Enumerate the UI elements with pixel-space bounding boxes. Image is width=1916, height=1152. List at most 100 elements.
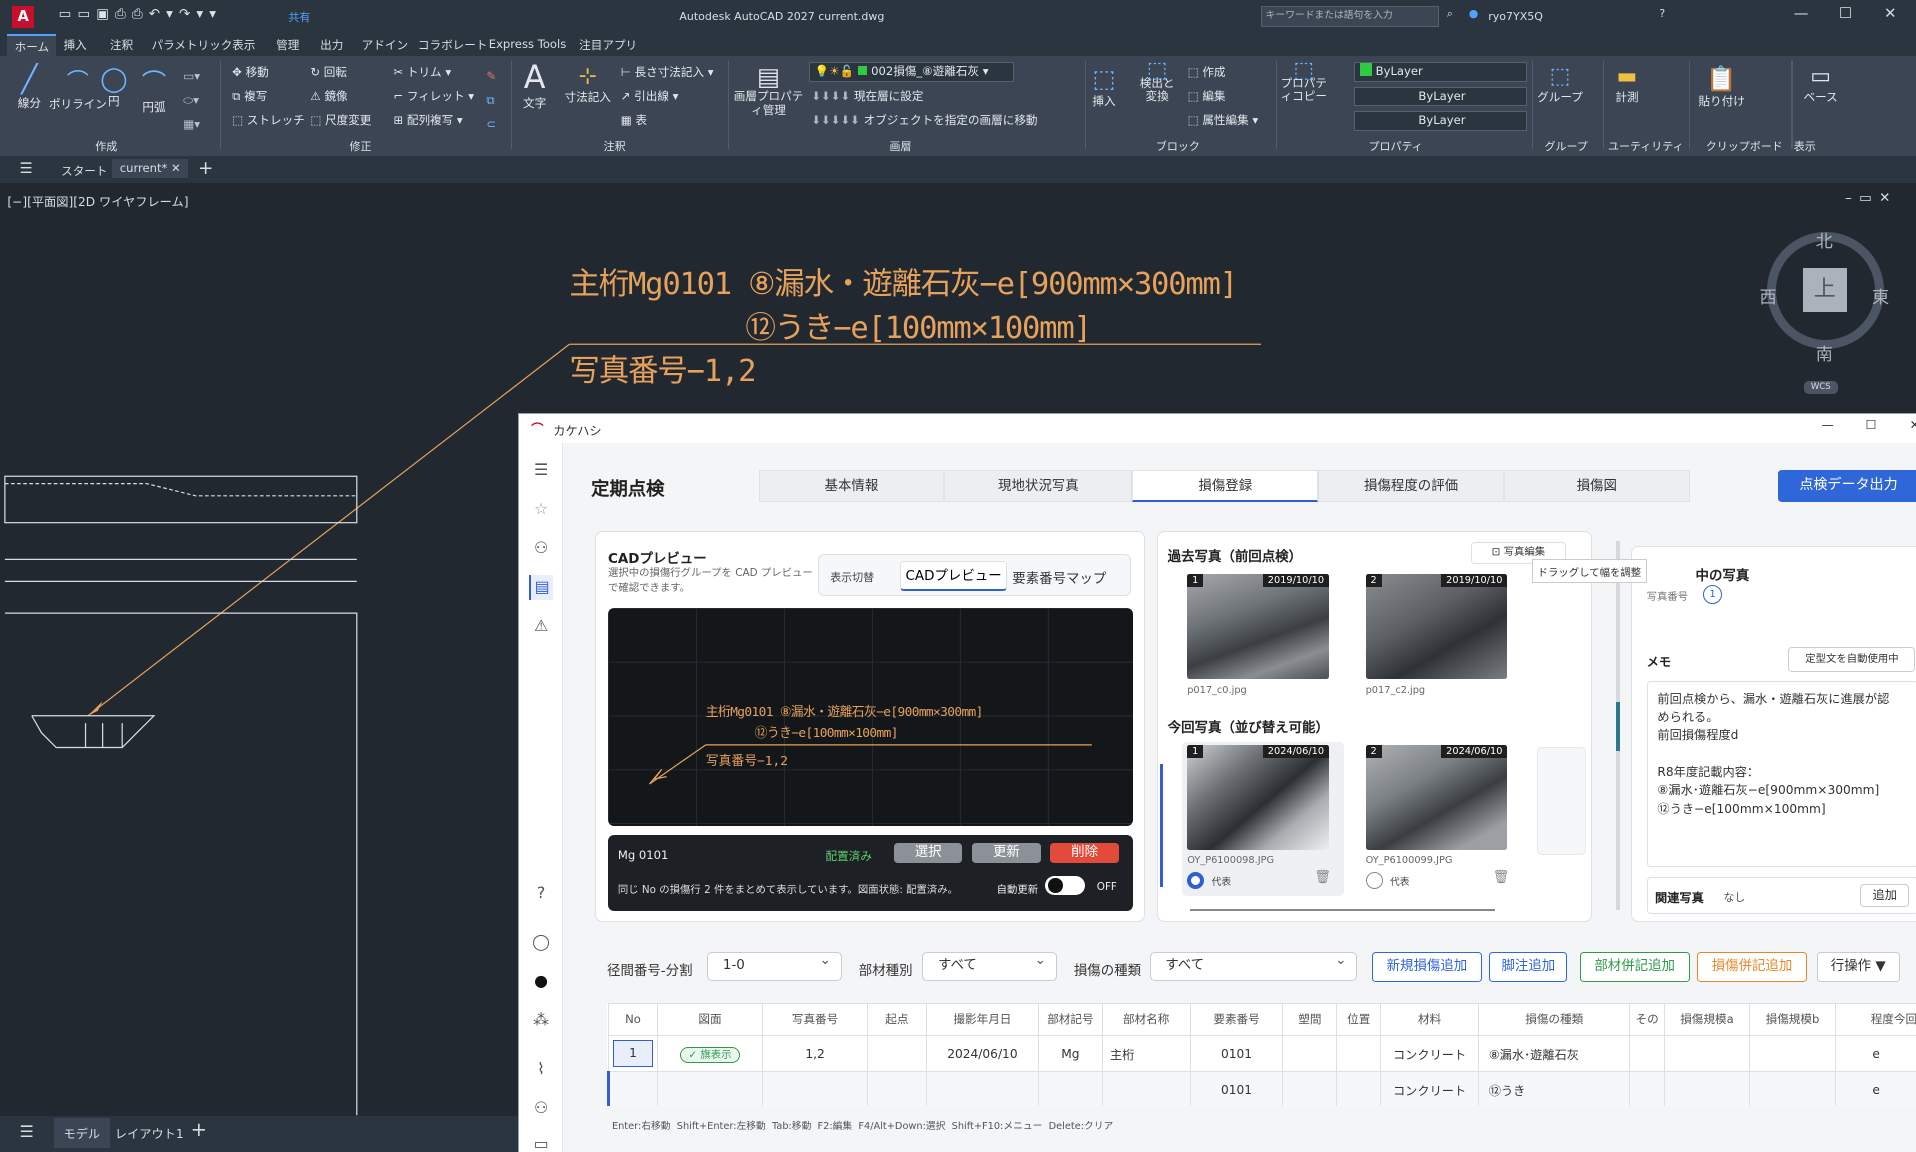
current-photo-1[interactable]: 1 2024/06/10 (1187, 744, 1329, 850)
auto-update-toggle[interactable] (1045, 875, 1085, 896)
block-panel-label[interactable]: ブロック (1156, 138, 1200, 154)
draw-extra-icons[interactable]: ▭▾ ⬭▾ ▦▾ (183, 64, 200, 137)
paste-button[interactable]: 📋 貼り付け (1698, 64, 1744, 109)
measure-button[interactable]: ▬ 計測 (1615, 64, 1638, 105)
cell-degree[interactable]: e (1834, 1034, 1916, 1073)
stretch-tool[interactable]: ⬚ ストレッチ (232, 112, 305, 128)
span-number-select[interactable]: 1-0 (707, 948, 842, 981)
minimize-button[interactable]: — (1794, 5, 1809, 22)
wcs-menu[interactable]: WCS (1803, 381, 1839, 394)
close-button[interactable]: ✕ (1884, 5, 1896, 22)
mode-cad-preview[interactable]: CADプレビュー (899, 561, 1008, 591)
groups-panel-label[interactable]: グループ (1544, 138, 1587, 154)
new-damage-button[interactable]: 新規損傷追加 (1371, 951, 1482, 983)
github-icon[interactable]: ● (529, 969, 553, 993)
cell-degree[interactable]: e (1834, 1071, 1916, 1106)
memo-textarea[interactable]: 前回点検から、漏水・遊離石灰に進展が認 められる。 前回損傷程度d R8年度記載内容：… (1646, 681, 1916, 868)
col-drawing[interactable]: 図面 (656, 1002, 763, 1036)
cell-damage-type[interactable]: ⑫うき (1477, 1071, 1631, 1106)
trim-tool[interactable]: ✂ トリム ▾ (393, 64, 451, 80)
tab-layout1[interactable]: レイアウト1 (115, 1124, 184, 1142)
help-icon[interactable]: ? (1659, 7, 1665, 20)
tab-model[interactable]: モデル (53, 1118, 110, 1149)
menu-icon[interactable]: ☰ (529, 458, 553, 482)
cell-scale-a[interactable] (1663, 1071, 1751, 1106)
col-material[interactable]: 材料 (1380, 1002, 1479, 1036)
match-properties-button[interactable]: ⬚ プロパティコピー (1281, 59, 1327, 104)
annotation-panel-label[interactable]: 注釈 (604, 138, 626, 154)
tab-site-photos[interactable]: 現地状況写真 (944, 470, 1133, 502)
draw-panel-label[interactable]: 作成 (95, 138, 117, 154)
col-scale-a[interactable]: 損傷規模a (1663, 1002, 1751, 1036)
col-scale-b[interactable]: 損傷規模b (1749, 1002, 1836, 1036)
arc-tool[interactable]: ⌒ 円弧 (142, 64, 166, 115)
mode-element-map[interactable]: 要素番号マップ (1012, 567, 1106, 587)
tab-view[interactable]: 表示 (232, 37, 255, 53)
polyline-tool[interactable]: ⌒ ポリライン (49, 64, 107, 112)
kk-close-button[interactable]: ✕ (1910, 418, 1916, 432)
folder-icon[interactable]: ▭ (529, 1132, 553, 1152)
table-row[interactable]: 0101 コンクリート ⑫うき e (607, 1071, 1916, 1106)
cell-scale-a[interactable] (1663, 1034, 1751, 1073)
cell-scale-b[interactable] (1749, 1034, 1836, 1073)
clipboard-panel-label[interactable]: クリップボード (1706, 138, 1783, 154)
help-icon[interactable]: ? (529, 881, 553, 905)
maximize-button[interactable]: ☐ (1839, 5, 1852, 22)
share-button[interactable]: 共有 (288, 9, 310, 25)
table-tool[interactable]: ▦ 表 (621, 112, 647, 128)
add-layout-button[interactable]: + (191, 1118, 207, 1141)
array-tool[interactable]: ⊞ 配列複写 ▾ (393, 112, 462, 128)
past-photo-1[interactable]: 1 2019/10/10 (1187, 573, 1329, 679)
representative-radio-2[interactable] (1365, 871, 1383, 890)
chart-icon[interactable]: ⌇ (529, 1057, 553, 1081)
cell-no[interactable]: 1 (608, 1034, 658, 1073)
select-button[interactable]: 選択 (893, 842, 963, 864)
tab-damage-register[interactable]: 損傷登録 (1132, 470, 1319, 502)
layer-dropdown[interactable]: 💡☀🔓 002損傷_⑧遊離石灰 ▾ (808, 62, 1015, 82)
modify-panel-label[interactable]: 修正 (349, 138, 371, 154)
col-damage-type[interactable]: 損傷の種類 (1477, 1002, 1631, 1036)
damage-note-button[interactable]: 損傷併記追加 (1696, 951, 1807, 983)
col-member-name[interactable]: 部材名称 (1101, 1002, 1191, 1036)
kk-minimize-button[interactable]: — (1822, 418, 1834, 432)
trash-icon[interactable]: 🗑 (1493, 870, 1510, 885)
edit-block-button[interactable]: ⬚ 編集 (1188, 88, 1226, 104)
linear-dimension-tool[interactable]: ⊢ 長さ寸法記入 ▾ (621, 64, 714, 80)
cell-position[interactable] (1336, 1034, 1382, 1073)
cell-other[interactable] (1629, 1071, 1665, 1106)
apps-icon[interactable]: ⁂ (529, 1008, 553, 1032)
tab-damage-diagram[interactable]: 損傷図 (1503, 470, 1690, 502)
export-button[interactable]: 点検データ出力 (1777, 470, 1916, 502)
quick-access-toolbar[interactable]: ▭▭▣⎙⎙↶▾↷▾▾ (59, 7, 222, 22)
lineweight-dropdown[interactable]: ByLayer (1353, 111, 1528, 131)
detect-convert-button[interactable]: ⬚ 検出と変換 (1136, 59, 1178, 104)
dimension-tool[interactable]: ⊹ 寸法記入 (565, 64, 611, 105)
tab-insert[interactable]: 挿入 (64, 37, 87, 53)
photos-scrollbar[interactable] (1189, 908, 1496, 912)
cell-material[interactable]: コンクリート (1380, 1071, 1479, 1106)
user-icon[interactable]: ● (1469, 7, 1479, 20)
utilities-panel-label[interactable]: ユーティリティ (1608, 138, 1684, 154)
chat-icon[interactable]: ◯ (529, 930, 553, 954)
column-resize-handle[interactable] (1616, 541, 1620, 911)
fillet-tool[interactable]: ⌐ フィレット ▾ (393, 88, 474, 104)
cell-material[interactable]: コンクリート (1380, 1034, 1479, 1073)
tab-basic-info[interactable]: 基本情報 (758, 470, 945, 502)
col-degree[interactable]: 程度今回 (1834, 1002, 1916, 1036)
col-photo-no[interactable]: 写真番号 (762, 1002, 869, 1036)
cell-element-no[interactable]: 0101 (1189, 1071, 1284, 1106)
move-to-layer-button[interactable]: ⬇⬇⬇⬇⬇ オブジェクトを指定の画層に移動 (811, 112, 1037, 128)
delete-button[interactable]: 削除 (1050, 842, 1119, 864)
users-icon[interactable]: ⚇ (529, 1096, 553, 1120)
cell-no[interactable] (607, 1071, 658, 1106)
cell-start[interactable] (867, 1071, 927, 1106)
star-icon[interactable]: ☆ (529, 497, 553, 521)
tab-manage[interactable]: 管理 (276, 37, 299, 53)
mirror-tool[interactable]: ⚠ 鏡像 (310, 88, 347, 104)
cell-gap[interactable] (1282, 1071, 1338, 1106)
text-tool[interactable]: A 文字 (523, 61, 546, 111)
user-name[interactable]: ryo7YX5Q (1488, 10, 1543, 23)
move-tool[interactable]: ✥ 移動 (232, 64, 269, 80)
clipboard-icon[interactable]: ▤ (528, 575, 554, 600)
table-row[interactable]: 1 ✓ 旗表示 1,2 2024/06/10 Mg 主桁 0101 コンクリート… (608, 1034, 1916, 1073)
